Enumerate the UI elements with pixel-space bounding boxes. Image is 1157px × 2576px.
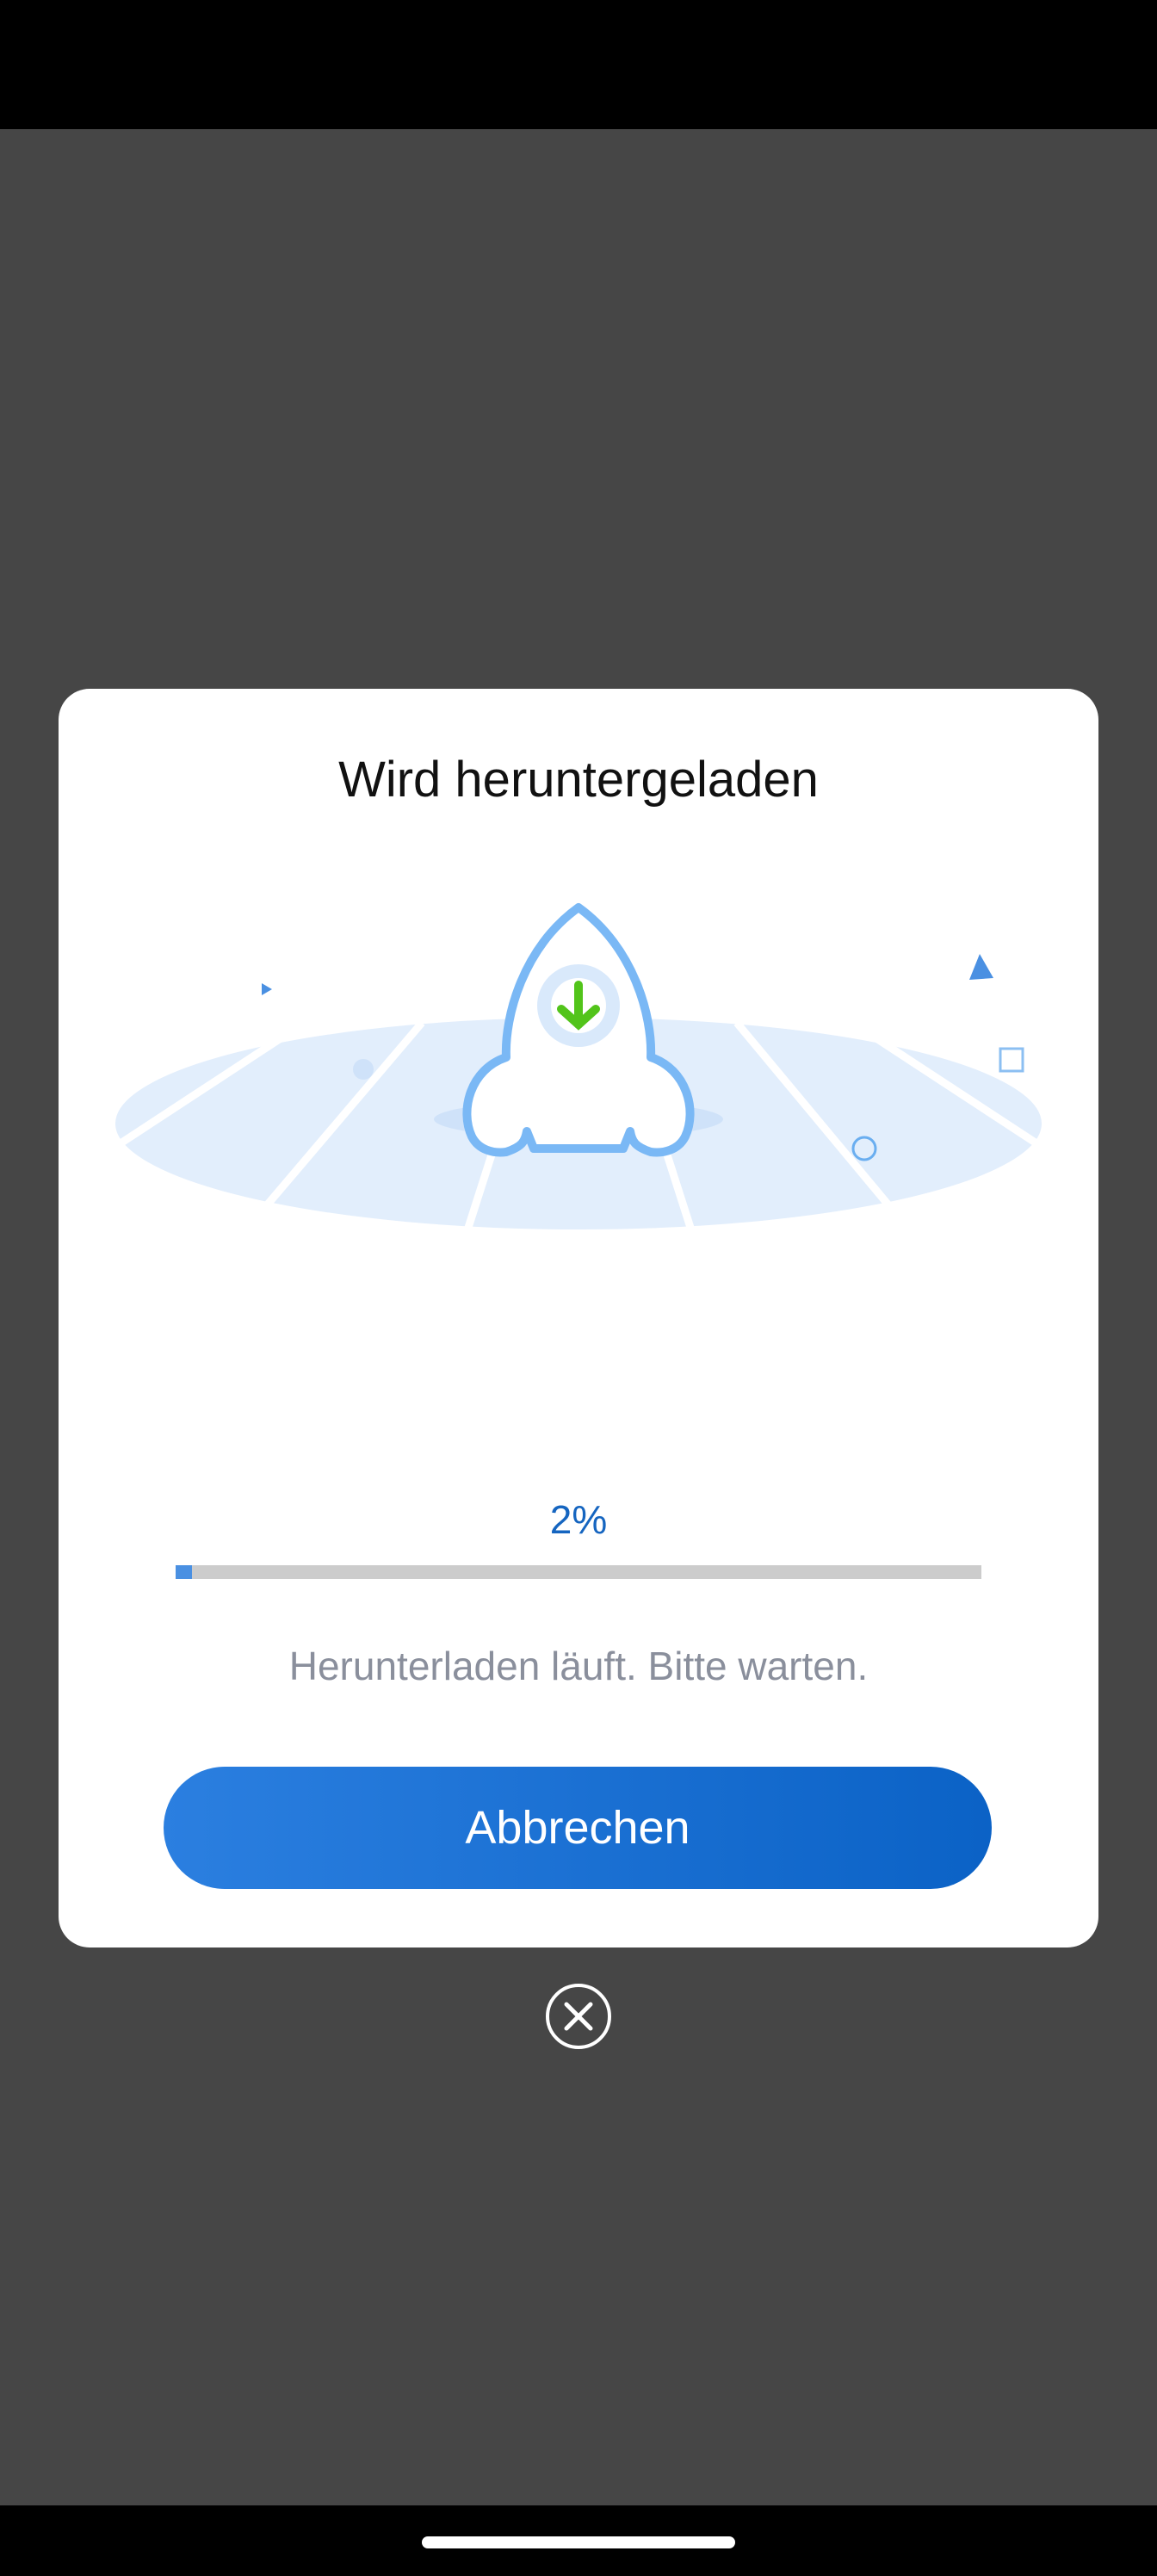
status-bar [0, 0, 1157, 129]
download-dialog: Wird heruntergeladen 2% Herunterladen lä… [59, 689, 1098, 1947]
progress-percent: 2% [549, 1497, 608, 1542]
small-triangle-right [969, 954, 993, 980]
download-status-text: Herunterladen läuft. Bitte warten. [288, 1644, 869, 1688]
square-outline [999, 1047, 1024, 1073]
cancel-button[interactable]: Abbrechen [164, 1767, 992, 1889]
rocket-download-illustration [112, 903, 1045, 1235]
progress-bar-fill [176, 1565, 192, 1579]
dialog-title: Wird heruntergeladen [338, 752, 819, 808]
small-triangle-left [262, 983, 272, 995]
home-indicator[interactable] [422, 2536, 735, 2548]
screen: Wird heruntergeladen 2% Herunterladen lä… [0, 0, 1157, 2576]
dot-left [353, 1059, 374, 1080]
close-circle-icon[interactable] [544, 1982, 613, 2051]
progress-bar [176, 1565, 981, 1579]
